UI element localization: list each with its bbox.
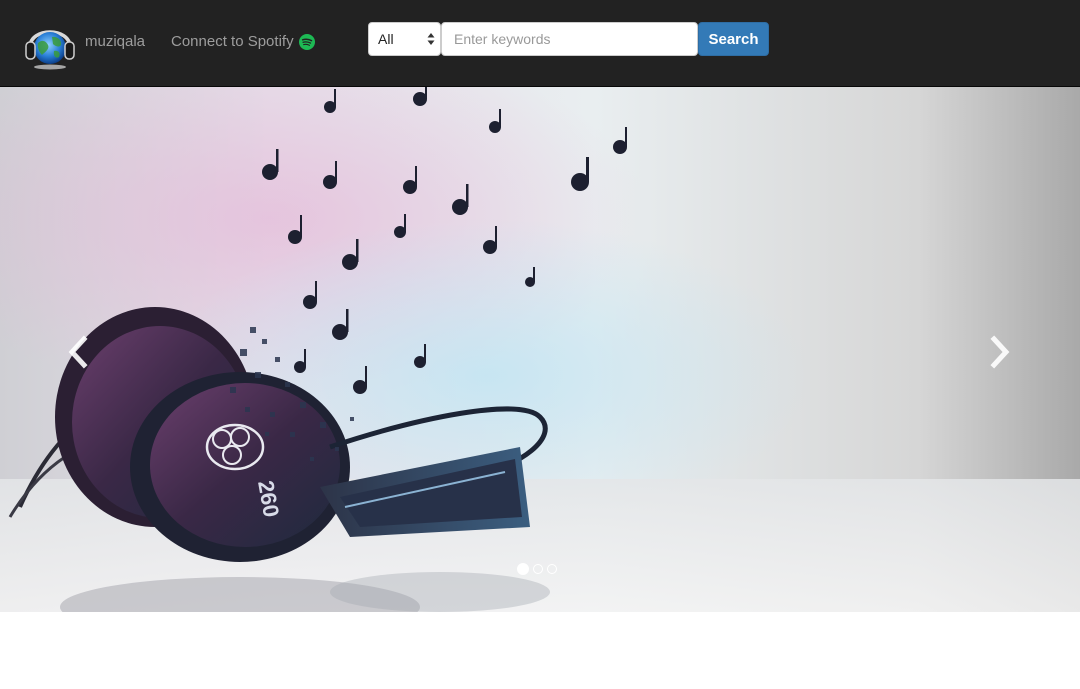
carousel-indicator-3[interactable] xyxy=(547,564,557,574)
search-button[interactable]: Search xyxy=(698,22,769,56)
brand-name[interactable]: muziqala xyxy=(85,33,145,51)
headphones-globe-logo-icon[interactable] xyxy=(24,17,76,71)
carousel-next-button[interactable] xyxy=(980,327,1020,377)
carousel-indicator-1[interactable] xyxy=(517,563,529,575)
spotify-icon xyxy=(298,34,315,50)
top-navbar: muziqala Connect to Spotify All Search xyxy=(0,0,1080,87)
carousel-indicator-2[interactable] xyxy=(533,564,543,574)
chevron-left-icon xyxy=(68,335,88,369)
headphones-music-notes-image: 260 xyxy=(0,87,1080,612)
select-arrows-icon xyxy=(427,33,435,45)
keyword-search-input[interactable] xyxy=(441,22,698,56)
chevron-right-icon xyxy=(990,335,1010,369)
connect-spotify-label: Connect to Spotify xyxy=(171,33,294,50)
hero-carousel: 260 xyxy=(0,87,1080,612)
category-select-value: All xyxy=(378,31,394,47)
carousel-prev-button[interactable] xyxy=(58,327,98,377)
carousel-indicators xyxy=(517,563,557,575)
connect-spotify-link[interactable]: Connect to Spotify xyxy=(171,33,315,51)
category-select[interactable]: All xyxy=(368,22,441,56)
